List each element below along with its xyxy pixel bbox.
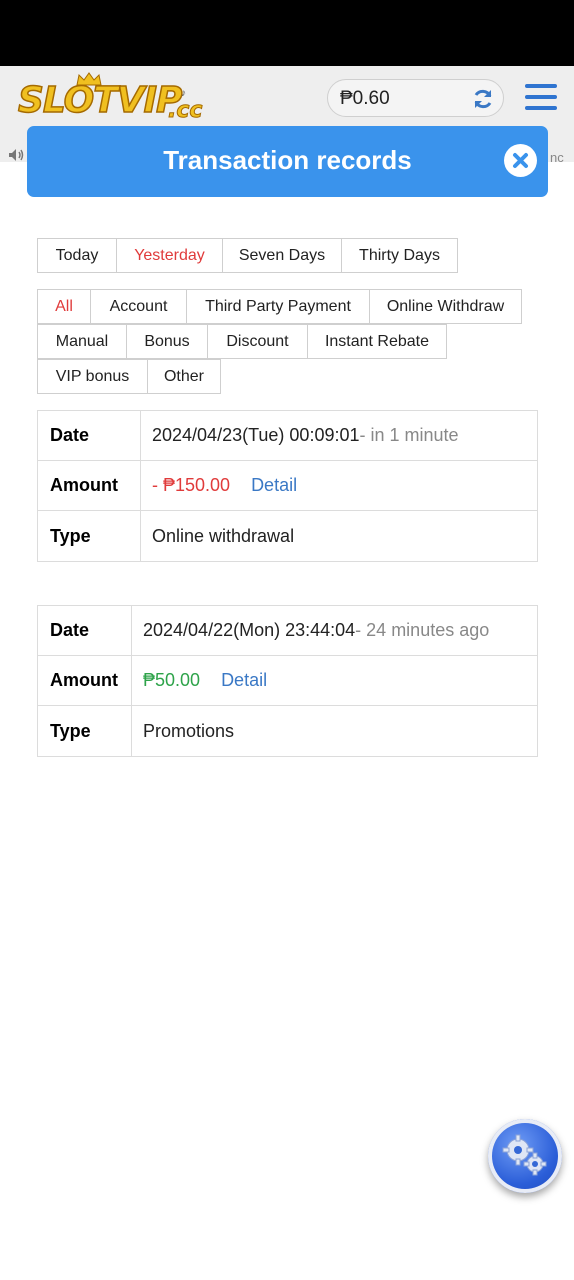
type-filter-row-3: VIP bonus Other [37, 359, 221, 394]
hamburger-menu-icon[interactable] [525, 83, 557, 111]
site-logo[interactable]: SLOTVIP ♪ .cc [17, 72, 208, 126]
balance-display: ₱0.60 [327, 79, 504, 117]
tab-discount[interactable]: Discount [207, 324, 308, 359]
amount-label: Amount [38, 656, 132, 705]
type-filter-row-1: All Account Third Party Payment Online W… [37, 289, 522, 324]
tab-vip-bonus[interactable]: VIP bonus [37, 359, 148, 394]
tab-third-party-payment[interactable]: Third Party Payment [186, 289, 370, 324]
amount-label: Amount [38, 461, 141, 510]
close-button[interactable] [504, 144, 537, 177]
tab-manual[interactable]: Manual [37, 324, 127, 359]
detail-link[interactable]: Detail [251, 475, 297, 496]
tab-instant-rebate[interactable]: Instant Rebate [307, 324, 447, 359]
tab-online-withdraw[interactable]: Online Withdraw [369, 289, 522, 324]
status-bar [0, 0, 574, 66]
record-date: 2024/04/22(Mon) 23:44:04 [143, 620, 356, 640]
tab-seven-days[interactable]: Seven Days [222, 238, 342, 273]
tab-yesterday[interactable]: Yesterday [116, 238, 223, 273]
date-value: 2024/04/23(Tue) 00:09:01- in 1 minute [141, 411, 537, 460]
type-label: Type [38, 511, 141, 561]
close-icon [513, 153, 528, 168]
date-label: Date [38, 411, 141, 460]
record-amount: ₱50.00 [143, 670, 201, 690]
transaction-record: Date 2024/04/22(Mon) 23:44:04- 24 minute… [37, 605, 538, 757]
refresh-icon[interactable] [471, 87, 495, 111]
time-filter-tabs: Today Yesterday Seven Days Thirty Days [37, 238, 458, 273]
type-label: Type [38, 706, 132, 756]
modal-title: Transaction records [163, 145, 412, 175]
record-amount: - ₱150.00 [152, 475, 231, 495]
speaker-icon [9, 149, 24, 161]
date-label: Date [38, 606, 132, 655]
record-relative-time: - in 1 minute [359, 425, 459, 445]
tab-other[interactable]: Other [147, 359, 221, 394]
logo-suffix: .cc [167, 98, 203, 124]
date-value: 2024/04/22(Mon) 23:44:04- 24 minutes ago [132, 606, 537, 655]
amount-value: - ₱150.00 Detail [141, 461, 537, 510]
record-relative-time: - 24 minutes ago [355, 620, 490, 640]
tab-all[interactable]: All [37, 289, 91, 324]
balance-amount: ₱0.60 [340, 88, 390, 109]
gears-icon [502, 1134, 547, 1176]
record-date-row: Date 2024/04/22(Mon) 23:44:04- 24 minute… [38, 606, 537, 656]
detail-link[interactable]: Detail [221, 670, 267, 691]
record-amount-row: Amount - ₱150.00 Detail [38, 461, 537, 511]
floating-settings-button[interactable] [488, 1119, 562, 1193]
modal-header: Transaction records [27, 126, 548, 197]
tab-bonus[interactable]: Bonus [126, 324, 208, 359]
tab-thirty-days[interactable]: Thirty Days [341, 238, 458, 273]
type-filter-row-2: Manual Bonus Discount Instant Rebate [37, 324, 447, 359]
record-amount-row: Amount ₱50.00 Detail [38, 656, 537, 706]
transaction-record: Date 2024/04/23(Tue) 00:09:01- in 1 minu… [37, 410, 538, 562]
record-type: Online withdrawal [152, 525, 295, 546]
marquee-text: nc [550, 150, 564, 165]
logo-text: SLOTVIP [17, 79, 183, 122]
record-date: 2024/04/23(Tue) 00:09:01 [152, 425, 360, 445]
record-type: Promotions [143, 720, 235, 741]
tab-today[interactable]: Today [37, 238, 117, 273]
record-date-row: Date 2024/04/23(Tue) 00:09:01- in 1 minu… [38, 411, 537, 461]
record-type-row: Type Promotions [38, 706, 537, 756]
tab-account[interactable]: Account [90, 289, 187, 324]
amount-value: ₱50.00 Detail [132, 656, 537, 705]
record-type-row: Type Online withdrawal [38, 511, 537, 561]
